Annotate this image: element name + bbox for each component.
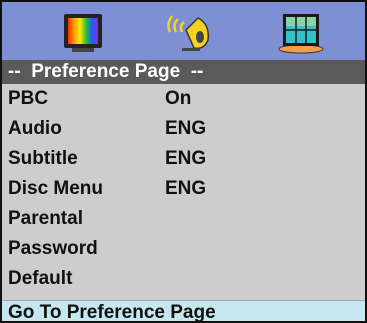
menu-item-disc-menu[interactable]: Disc Menu ENG bbox=[2, 174, 365, 204]
setup-tab-bar bbox=[2, 2, 365, 60]
menu-item-label: Disc Menu bbox=[8, 178, 104, 199]
menu-item-value: ENG bbox=[165, 148, 207, 169]
status-bar: Go To Preference Page bbox=[2, 300, 365, 321]
menu-item-value: ENG bbox=[165, 118, 207, 139]
menu-item-label: Password bbox=[8, 238, 98, 259]
menu-item-password[interactable]: Password bbox=[2, 234, 365, 264]
page-title: -- Preference Page -- bbox=[2, 60, 365, 84]
menu-item-label: Audio bbox=[8, 118, 62, 139]
preference-window-icon[interactable] bbox=[278, 10, 324, 54]
menu-item-default[interactable]: Default bbox=[2, 264, 365, 294]
preference-menu-list: PBC On Audio ENG Subtitle ENG Disc Menu … bbox=[2, 84, 365, 294]
menu-item-value: ENG bbox=[165, 178, 207, 199]
menu-item-subtitle[interactable]: Subtitle ENG bbox=[2, 144, 365, 174]
menu-item-label: Subtitle bbox=[8, 148, 78, 169]
menu-item-pbc[interactable]: PBC On bbox=[2, 84, 365, 114]
menu-item-audio[interactable]: Audio ENG bbox=[2, 114, 365, 144]
menu-item-parental[interactable]: Parental bbox=[2, 204, 365, 234]
color-tv-icon[interactable] bbox=[62, 10, 104, 54]
setup-menu-window: -- Preference Page -- PBC On Audio ENG S… bbox=[0, 0, 367, 323]
menu-item-label: Default bbox=[8, 268, 73, 289]
speaker-sound-icon[interactable] bbox=[164, 10, 216, 54]
menu-item-value: On bbox=[165, 88, 192, 109]
menu-item-label: Parental bbox=[8, 208, 83, 229]
menu-item-label: PBC bbox=[8, 88, 49, 109]
